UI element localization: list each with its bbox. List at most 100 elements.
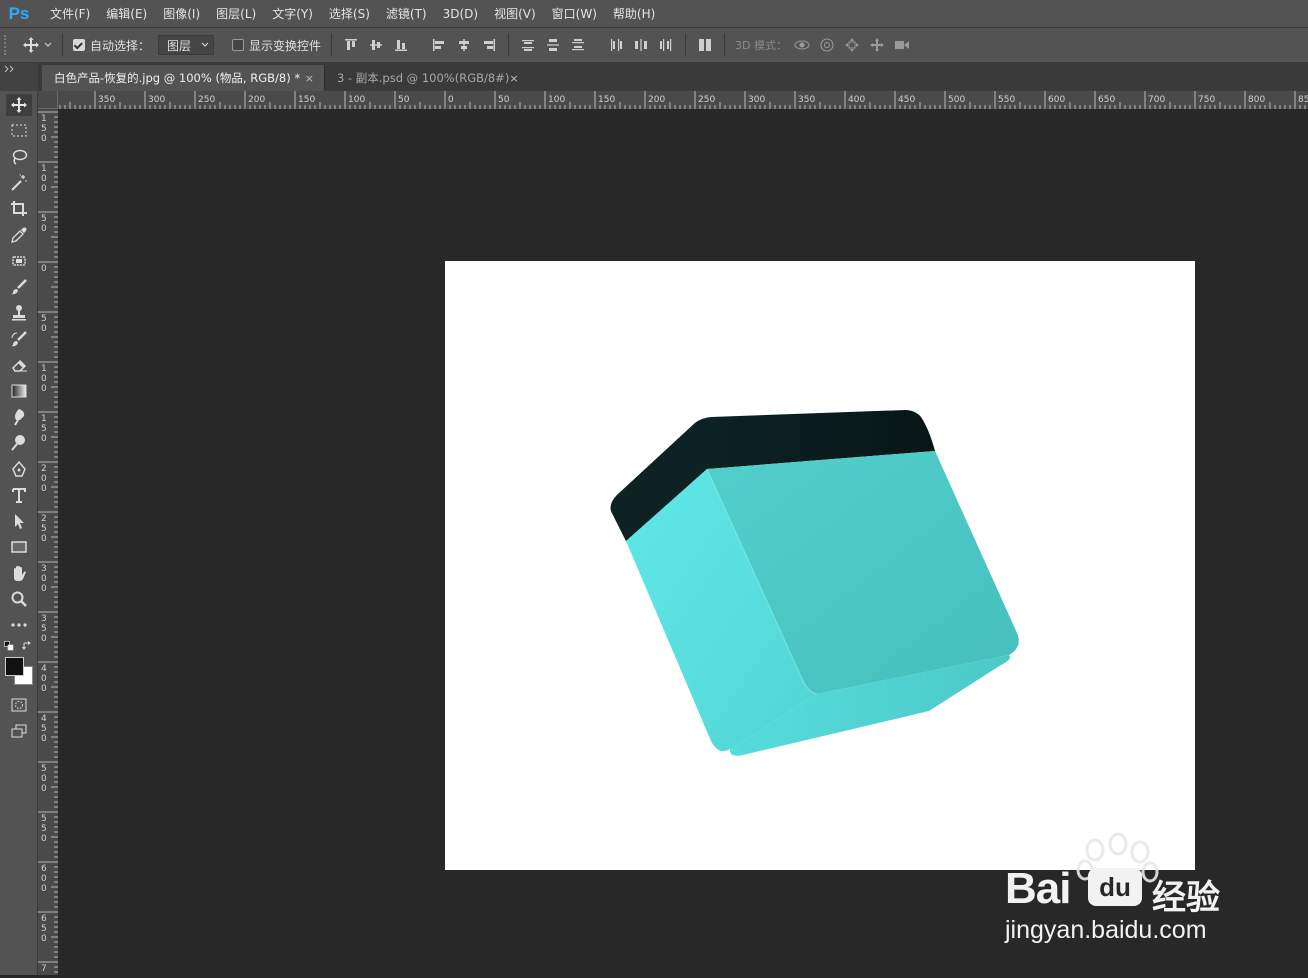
vertical-ruler[interactable]: 1501005005010015020025030035040045050055… [38,109,59,975]
document-canvas[interactable] [445,261,1195,870]
photoshop-logo: Ps [8,3,30,23]
ruler-label: 0 [41,734,47,744]
align-bottom-edges-icon[interactable] [392,36,410,54]
auto-select-target-dropdown[interactable]: 图层 [158,35,215,55]
align-vertical-centers-icon[interactable] [367,36,385,54]
history-brush-tool[interactable] [6,328,32,350]
tab-title: 白色产品-恢复的.jpg @ 100% (物品, RGB/8) * [54,71,301,85]
ruler-label: 0 [41,374,47,384]
ruler-label: 0 [41,484,47,494]
clone-stamp-tool[interactable] [6,302,32,324]
auto-select-checkbox[interactable] [73,39,85,51]
default-colors-icon [4,641,14,651]
healing-brush-tool[interactable] [6,250,32,272]
ruler-label: 50 [498,95,510,105]
brush-tool[interactable] [6,276,32,298]
align-top-edges-icon[interactable] [342,36,360,54]
distribute-bottom-icon[interactable] [569,36,587,54]
ruler-label: 0 [41,634,47,644]
menu-window[interactable]: 窗口(W) [544,5,605,22]
distribute-top-icon[interactable] [519,36,537,54]
quick-mask-mode[interactable] [6,694,32,716]
rectangle-tool[interactable] [6,536,32,558]
ruler-origin[interactable] [38,91,58,109]
ruler-label: 3 [41,614,47,624]
eyedropper-tool[interactable] [6,224,32,246]
show-transform-controls-checkbox[interactable] [232,39,245,51]
menu-layer[interactable]: 图层(L) [208,5,264,22]
eraser-tool[interactable] [6,354,32,376]
menu-image[interactable]: 图像(I) [155,5,208,22]
ruler-label: 0 [41,324,47,334]
options-bar-grip[interactable] [4,35,12,55]
tab-title: 3 - 副本.psd @ 100%(RGB/8#) [337,71,510,85]
ruler-label: 7 [41,964,47,974]
distribute-vertical-centers-icon[interactable] [544,36,562,54]
ruler-label: 350 [798,95,815,105]
tool-preset-picker[interactable] [22,36,52,54]
magic-wand-tool[interactable] [6,172,32,194]
ruler-label: 85 [1298,95,1308,105]
type-tool[interactable] [6,484,32,506]
3d-pan-icon[interactable] [843,36,861,54]
distribute-left-icon[interactable] [607,36,625,54]
horizontal-ruler[interactable]: 350 300 250 200 150 100 50 0 50 100 150 200 250 300 35… [58,91,1308,110]
edit-toolbar[interactable] [6,614,32,636]
ruler-label: 0 [41,674,47,684]
align-horizontal-centers-icon[interactable] [455,36,473,54]
zoom-tool[interactable] [6,588,32,610]
hand-tool[interactable] [6,562,32,584]
menu-type[interactable]: 文字(Y) [264,5,321,22]
swap-colors-button[interactable] [22,640,32,650]
menu-file[interactable]: 文件(F) [42,5,98,22]
ruler-label: 0 [41,264,47,274]
ruler-label: 0 [41,174,47,184]
history-brush-icon [11,331,27,347]
horizontal-ruler-ticks: 350 300 250 200 150 100 50 0 50 100 150 200 250 300 35… [59,91,1308,109]
hand-icon [14,566,26,581]
3d-orbit-icon[interactable] [793,36,811,54]
auto-select-label: 自动选择： [90,38,151,53]
menu-help[interactable]: 帮助(H) [605,5,663,22]
screen-mode[interactable] [6,720,32,742]
tab-document-1[interactable]: 白色产品-恢复的.jpg @ 100% (物品, RGB/8) * × [42,65,324,91]
ruler-label: 200 [248,95,265,105]
ruler-label: 1 [41,414,47,424]
menu-view[interactable]: 视图(V) [486,5,544,22]
ruler-label: 0 [41,134,47,144]
show-transform-controls-label: 显示变换控件 [249,38,322,53]
lasso-tool[interactable] [6,146,32,168]
auto-align-layers-icon[interactable] [696,36,714,54]
foreground-color-swatch[interactable] [5,657,24,676]
distribute-right-icon[interactable] [657,36,675,54]
path-selection-tool[interactable] [6,510,32,532]
3d-slide-icon[interactable] [868,36,886,54]
3d-camera-icon[interactable] [893,36,911,54]
distribute-horizontal-centers-icon[interactable] [632,36,650,54]
marquee-tool[interactable] [6,120,32,142]
tab-document-2[interactable]: 3 - 副本.psd @ 100%(RGB/8#) × [324,65,524,91]
ruler-label: 2 [41,464,47,474]
tools-panel [0,91,38,975]
panel-collapse-toggle[interactable] [0,63,38,91]
menu-select[interactable]: 选择(S) [321,5,378,22]
align-left-edges-icon[interactable] [430,36,448,54]
close-icon[interactable]: × [305,72,314,85]
default-colors-button[interactable] [4,640,14,651]
ruler-label: 700 [1148,95,1165,105]
menu-3d[interactable]: 3D(D) [435,7,486,21]
crop-tool[interactable] [6,198,32,220]
ruler-label: 250 [198,95,215,105]
dodge-tool[interactable] [6,432,32,454]
align-right-edges-icon[interactable] [480,36,498,54]
blur-tool[interactable] [6,406,32,428]
menu-filter[interactable]: 滤镜(T) [378,5,435,22]
close-icon[interactable]: × [509,72,518,85]
3d-roll-icon[interactable] [818,36,836,54]
menu-edit[interactable]: 编辑(E) [98,5,155,22]
pen-tool[interactable] [6,458,32,480]
ruler-label: 4 [41,664,47,674]
ruler-label: 2 [41,514,47,524]
move-tool[interactable] [6,94,32,116]
gradient-tool[interactable] [6,380,32,402]
